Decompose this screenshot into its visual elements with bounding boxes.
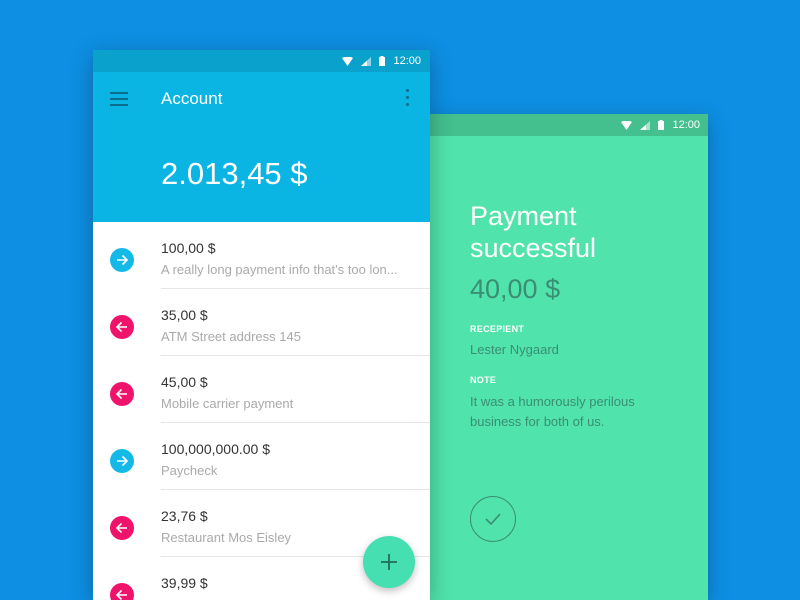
signal-icon [640, 120, 651, 130]
arrow-right-icon [110, 449, 134, 473]
transaction-row[interactable]: 35,00 $ ATM Street address 145 [93, 289, 430, 356]
status-time: 12:00 [393, 55, 421, 67]
status-bar: 12:00 [428, 114, 708, 136]
account-screen: 12:00 Account 2.013,45 $ 100,00 $ A real… [93, 50, 430, 600]
payment-screen: 12:00 Payment successful 40,00 $ RECEPIE… [428, 114, 708, 600]
transaction-amount: 45,00 $ [161, 374, 208, 390]
transaction-description: A really long payment info that's too lo… [161, 262, 398, 277]
confirm-button[interactable] [470, 496, 516, 542]
arrow-left-icon [110, 315, 134, 339]
transaction-description: Paycheck [161, 463, 218, 478]
transaction-description: Mobile carrier payment [161, 396, 294, 411]
payment-amount: 40,00 $ [470, 274, 561, 304]
transaction-amount: 39,99 $ [161, 575, 208, 591]
battery-icon [379, 56, 386, 66]
arrow-right-icon [110, 248, 134, 272]
payment-title: Payment successful [470, 201, 597, 263]
transaction-description: ATM Street address 145 [161, 329, 301, 344]
arrow-left-icon [110, 583, 134, 600]
account-balance: 2.013,45 $ [161, 156, 308, 191]
wifi-icon [621, 120, 633, 130]
recipient-name: Lester Nygaard [470, 342, 559, 357]
transaction-amount: 100,00 $ [161, 240, 216, 256]
page-title: Account [161, 89, 223, 108]
signal-icon [361, 56, 372, 66]
account-header: Account 2.013,45 $ [93, 72, 430, 222]
add-button[interactable] [363, 536, 415, 588]
recipient-label: RECEPIENT [470, 324, 525, 334]
note-label: NOTE [470, 375, 497, 385]
note-text: It was a humorously perilous business fo… [470, 394, 635, 429]
arrow-left-icon [110, 516, 134, 540]
battery-icon [658, 120, 665, 130]
more-vert-icon[interactable] [404, 89, 410, 109]
status-bar: 12:00 [93, 50, 430, 72]
arrow-left-icon [110, 382, 134, 406]
wifi-icon [342, 56, 354, 66]
check-icon [485, 513, 501, 525]
transaction-description: Restaurant Mos Eisley [161, 530, 292, 545]
transaction-row[interactable]: 100,000,000.00 $ Paycheck [93, 423, 430, 490]
status-time: 12:00 [672, 119, 700, 131]
transaction-row[interactable]: 45,00 $ Mobile carrier payment [93, 356, 430, 423]
transaction-amount: 35,00 $ [161, 307, 208, 323]
menu-icon[interactable] [110, 92, 128, 106]
transaction-amount: 100,000,000.00 $ [161, 441, 270, 457]
transaction-row[interactable]: 100,00 $ A really long payment info that… [93, 222, 430, 289]
transaction-amount: 23,76 $ [161, 508, 208, 524]
add-icon [381, 554, 397, 570]
